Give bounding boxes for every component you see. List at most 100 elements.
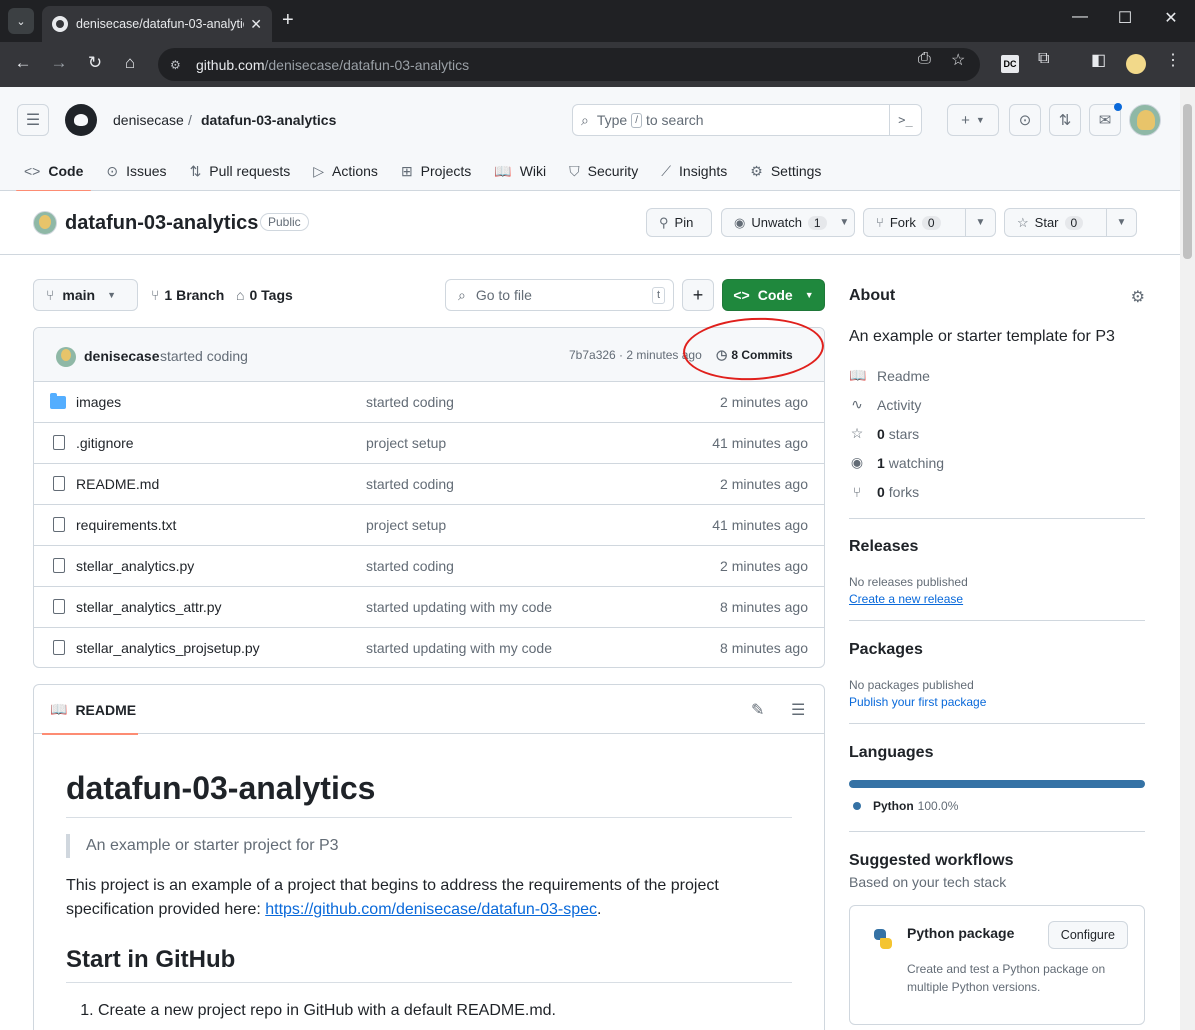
- file-name[interactable]: .gitignore: [76, 435, 134, 451]
- readme-tab[interactable]: 📖 README: [34, 685, 138, 735]
- back-button[interactable]: ←: [11, 53, 35, 73]
- issues-header-icon[interactable]: ⊙: [1009, 104, 1041, 136]
- go-to-file-input[interactable]: ⌕ Go to file t: [445, 279, 674, 311]
- activity-link[interactable]: ∿ Activity: [849, 390, 1145, 419]
- close-window-button[interactable]: ✕: [1156, 8, 1186, 28]
- forks-link[interactable]: ⑂ 0 forks: [849, 477, 1145, 506]
- branch-selector[interactable]: ⑂ main ▼: [33, 279, 138, 311]
- commit-author[interactable]: denisecase: [84, 348, 160, 364]
- create-release-link[interactable]: Create a new release: [849, 592, 1145, 606]
- unwatch-dropdown-icon[interactable]: ▼: [835, 209, 854, 236]
- commit-meta[interactable]: 7b7a326 · 2 minutes ago: [569, 348, 702, 362]
- activity-link-label: Activity: [877, 396, 922, 413]
- packages-title[interactable]: Packages: [849, 641, 1145, 659]
- minimize-button[interactable]: —: [1065, 8, 1095, 26]
- bookmark-star-icon[interactable]: ☆: [951, 50, 965, 70]
- search-input[interactable]: ⌕ Type / to search >_: [572, 104, 922, 136]
- page-scrollbar[interactable]: [1180, 87, 1195, 1030]
- tab-wiki[interactable]: 📖 Wiki: [486, 151, 554, 191]
- file-name[interactable]: images: [76, 394, 121, 410]
- tab-projects[interactable]: ⊞ Projects: [393, 151, 479, 191]
- pin-button[interactable]: ⚲ Pin: [646, 208, 712, 237]
- fork-button[interactable]: ⑂ Fork 0 ▼: [863, 208, 996, 237]
- tab-code[interactable]: <> Code: [16, 151, 92, 192]
- about-settings-gear-icon[interactable]: ⚙: [1131, 287, 1145, 307]
- site-info-icon[interactable]: ⚙: [170, 58, 186, 72]
- tab-security[interactable]: ⛉ Security: [561, 151, 646, 191]
- file-commit-message[interactable]: started updating with my code: [366, 599, 552, 615]
- readme-link[interactable]: 📖 Readme: [849, 361, 1145, 390]
- tab-settings[interactable]: ⚙ Settings: [742, 151, 829, 191]
- extensions-icon[interactable]: ⧉: [1038, 50, 1049, 68]
- user-avatar[interactable]: [1129, 104, 1161, 136]
- tags-link[interactable]: ⌂ 0 Tags: [236, 287, 293, 303]
- command-palette-icon[interactable]: >_: [889, 105, 921, 135]
- scrollbar-thumb[interactable]: [1183, 104, 1192, 259]
- file-commit-message[interactable]: started coding: [366, 394, 454, 410]
- repo-title-bar: datafun-03-analytics Public ⚲ Pin ◉ Unwa…: [0, 191, 1180, 255]
- stars-link[interactable]: ☆ 0 stars: [849, 419, 1145, 448]
- home-button[interactable]: ⌂: [118, 53, 142, 73]
- code-dropdown-button[interactable]: <> Code ▼: [722, 279, 825, 311]
- reload-button[interactable]: ↻: [83, 53, 107, 73]
- table-row[interactable]: images started coding 2 minutes ago: [34, 382, 824, 423]
- address-bar[interactable]: ⚙ github.com/denisecase/datafun-03-analy…: [158, 48, 980, 81]
- file-name[interactable]: stellar_analytics.py: [76, 558, 194, 574]
- file-commit-message[interactable]: project setup: [366, 435, 446, 451]
- pull-requests-header-icon[interactable]: ⇅: [1049, 104, 1081, 136]
- table-row[interactable]: README.md started coding 2 minutes ago: [34, 464, 824, 505]
- spec-link[interactable]: https://github.com/denisecase/datafun-03…: [265, 901, 597, 918]
- file-commit-message[interactable]: project setup: [366, 517, 446, 533]
- tab-actions[interactable]: ▷ Actions: [305, 151, 386, 191]
- repo-name[interactable]: datafun-03-analytics: [65, 212, 258, 235]
- owner-avatar[interactable]: [33, 211, 57, 235]
- file-commit-message[interactable]: started updating with my code: [366, 640, 552, 656]
- file-commit-message[interactable]: started coding: [366, 476, 454, 492]
- outline-list-icon[interactable]: ☰: [791, 700, 805, 720]
- file-name[interactable]: stellar_analytics_attr.py: [76, 599, 222, 615]
- browser-tab[interactable]: denisecase/datafun-03-analytic ✕: [42, 6, 272, 42]
- tab-search-button[interactable]: ⌄: [8, 8, 34, 34]
- breadcrumb-repo[interactable]: datafun-03-analytics: [201, 112, 336, 128]
- branches-link[interactable]: ⑂ 1 Branch: [151, 287, 224, 303]
- unwatch-button[interactable]: ◉ Unwatch 1 ▼: [721, 208, 855, 237]
- hamburger-menu-icon[interactable]: ☰: [17, 104, 49, 136]
- new-tab-button[interactable]: +: [282, 9, 294, 32]
- breadcrumb-owner[interactable]: denisecase: [113, 112, 184, 128]
- dc-extension-icon[interactable]: DC: [1001, 55, 1019, 73]
- releases-title[interactable]: Releases: [849, 538, 1145, 556]
- file-name[interactable]: stellar_analytics_projsetup.py: [76, 640, 260, 656]
- file-commit-message[interactable]: started coding: [366, 558, 454, 574]
- tab-pull-requests[interactable]: ⇅ Pull requests: [182, 151, 299, 191]
- table-row[interactable]: .gitignore project setup 41 minutes ago: [34, 423, 824, 464]
- file-name[interactable]: requirements.txt: [76, 517, 176, 533]
- tab-insights[interactable]: ⟋ Insights: [653, 151, 735, 191]
- fork-dropdown-icon[interactable]: ▼: [965, 209, 995, 236]
- table-row[interactable]: stellar_analytics_projsetup.py started up…: [34, 628, 824, 667]
- install-app-icon[interactable]: ⎙: [918, 50, 931, 68]
- edit-pencil-icon[interactable]: ✎: [751, 700, 764, 720]
- table-row[interactable]: stellar_analytics.py started coding 2 minu…: [34, 546, 824, 587]
- configure-button[interactable]: Configure: [1047, 921, 1128, 949]
- commit-author-avatar[interactable]: [56, 347, 76, 367]
- tab-issues[interactable]: ⊙ Issues: [98, 151, 174, 191]
- github-logo-icon[interactable]: [65, 104, 97, 136]
- add-file-button[interactable]: +: [682, 279, 714, 311]
- table-row[interactable]: requirements.txt project setup 41 minutes …: [34, 505, 824, 546]
- create-new-button[interactable]: + ▼: [947, 104, 999, 136]
- maximize-button[interactable]: ☐: [1110, 8, 1140, 28]
- forward-button[interactable]: →: [47, 53, 71, 73]
- commit-message[interactable]: started coding: [160, 348, 248, 364]
- table-row[interactable]: stellar_analytics_attr.py started updatin…: [34, 587, 824, 628]
- watching-link[interactable]: ◉ 1 watching: [849, 448, 1145, 477]
- star-button[interactable]: ☆ Star 0 ▼: [1004, 208, 1137, 237]
- file-name[interactable]: README.md: [76, 476, 159, 492]
- language-item-python[interactable]: Python 100.0%: [849, 799, 1145, 813]
- star-dropdown-icon[interactable]: ▼: [1106, 209, 1136, 236]
- publish-package-link[interactable]: Publish your first package: [849, 695, 1145, 709]
- side-panel-icon[interactable]: ◧: [1091, 50, 1106, 70]
- chrome-profile-avatar[interactable]: [1126, 54, 1146, 74]
- chrome-menu-icon[interactable]: ⋮: [1165, 50, 1181, 70]
- close-tab-icon[interactable]: ✕: [250, 16, 262, 33]
- file-icon: [53, 435, 65, 450]
